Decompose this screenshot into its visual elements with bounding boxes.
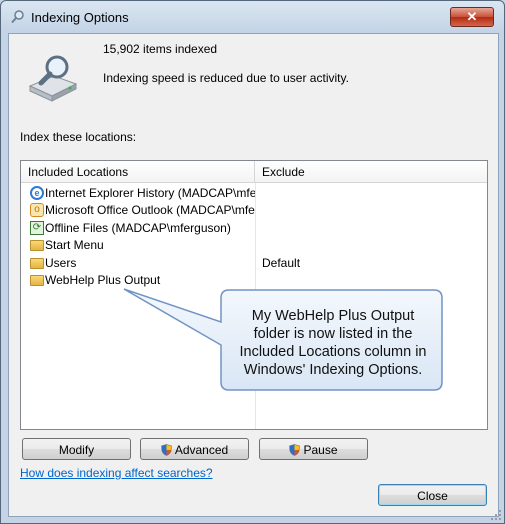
dialog-body: 15,902 items indexed Indexing speed is r… bbox=[8, 33, 499, 517]
folder-icon bbox=[30, 274, 44, 286]
indexing-options-window: Indexing Options ✕ 15,902 items indexed … bbox=[0, 0, 505, 524]
column-header-included[interactable]: Included Locations bbox=[21, 161, 255, 183]
uac-shield-icon bbox=[289, 444, 301, 456]
advanced-button[interactable]: Advanced bbox=[140, 438, 249, 460]
list-item-outlook[interactable]: o Microsoft Office Outlook (MADCAP\mfer.… bbox=[21, 202, 487, 219]
location-name: Offline Files (MADCAP\mferguson) bbox=[45, 220, 231, 235]
modify-button[interactable]: Modify bbox=[22, 438, 131, 460]
location-name: Microsoft Office Outlook (MADCAP\mfer... bbox=[45, 203, 255, 218]
search-magnifier-icon bbox=[11, 10, 24, 24]
column-header-exclude[interactable]: Exclude bbox=[255, 161, 487, 183]
list-item-offline-files[interactable]: ⟳ Offline Files (MADCAP\mferguson) bbox=[21, 220, 487, 237]
list-item-users[interactable]: Users Default bbox=[21, 255, 487, 272]
resize-grip-icon[interactable] bbox=[490, 509, 502, 521]
pause-button-label: Pause bbox=[303, 443, 338, 457]
location-name: Users bbox=[45, 255, 77, 270]
indexing-drive-icon bbox=[28, 55, 78, 102]
location-rows: e Internet Explorer History (MADCAP\mfer… bbox=[21, 185, 487, 289]
list-item-start-menu[interactable]: Start Menu bbox=[21, 237, 487, 254]
offline-files-icon: ⟳ bbox=[30, 220, 44, 235]
advanced-button-label: Advanced bbox=[174, 443, 229, 457]
indexing-help-link[interactable]: How does indexing affect searches? bbox=[20, 466, 213, 480]
close-window-button[interactable]: ✕ bbox=[450, 7, 494, 27]
pause-button[interactable]: Pause bbox=[259, 438, 368, 460]
items-indexed-count: 15,902 items indexed bbox=[103, 42, 218, 56]
location-name: Start Menu bbox=[45, 238, 104, 253]
outlook-icon: o bbox=[30, 203, 44, 218]
window-title: Indexing Options bbox=[31, 10, 129, 25]
location-exclude: Default bbox=[262, 255, 301, 270]
list-item-webhelp-plus-output[interactable]: WebHelp Plus Output bbox=[21, 272, 487, 289]
index-locations-label: Index these locations: bbox=[20, 130, 137, 144]
list-item-ie-history[interactable]: e Internet Explorer History (MADCAP\mfer… bbox=[21, 185, 487, 202]
uac-shield-icon bbox=[160, 444, 172, 456]
location-name: Internet Explorer History (MADCAP\mfer..… bbox=[45, 186, 255, 200]
title-bar[interactable]: Indexing Options ✕ bbox=[1, 1, 504, 33]
indexing-speed-message: Indexing speed is reduced due to user ac… bbox=[103, 71, 349, 85]
close-button[interactable]: Close bbox=[378, 484, 487, 506]
location-name: WebHelp Plus Output bbox=[45, 272, 161, 287]
folder-icon bbox=[30, 240, 44, 252]
callout-text: My WebHelp Plus Output folder is now lis… bbox=[239, 308, 427, 378]
ie-icon: e bbox=[30, 186, 44, 200]
folder-icon bbox=[30, 257, 44, 269]
